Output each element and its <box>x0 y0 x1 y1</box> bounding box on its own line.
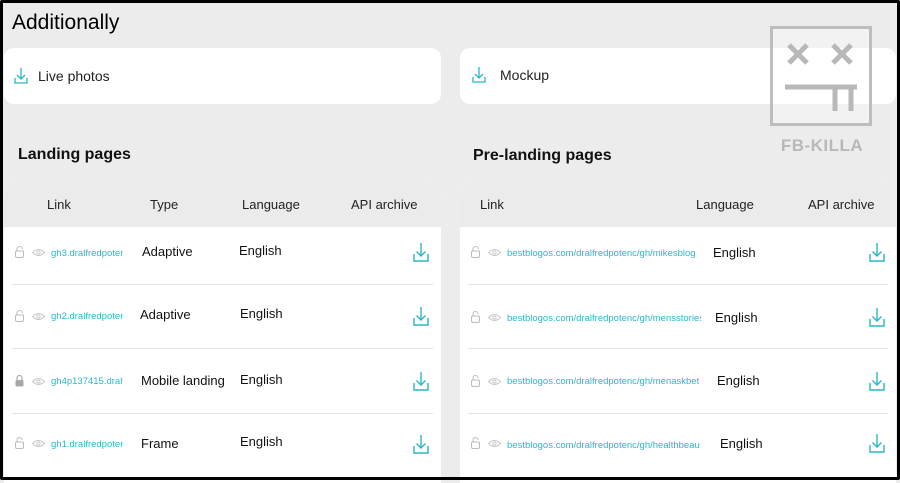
download-icon[interactable] <box>14 67 28 85</box>
table-row: gh4p137415.dralfr Mobile landing English <box>4 355 441 418</box>
download-icon[interactable] <box>413 306 429 326</box>
mockup-label: Mockup <box>500 67 550 83</box>
unlock-icon <box>15 246 24 258</box>
language-cell: English <box>713 245 756 260</box>
language-cell: English <box>715 310 758 325</box>
column-header-language: Language <box>242 197 300 212</box>
type-cell: Frame <box>141 436 179 451</box>
download-icon[interactable] <box>869 433 885 453</box>
prelanding-pages-table: Link Language API archive bestblogos.com… <box>460 183 896 483</box>
prelanding-link[interactable]: bestblogos.com/dralfredpotenc/gh/mikesbl… <box>507 248 699 259</box>
language-cell: English <box>720 436 763 451</box>
type-cell: Adaptive <box>142 244 193 259</box>
table-row: bestblogos.com/dralfredpotenc/gh/healthb… <box>460 420 896 483</box>
unlock-icon <box>471 437 480 449</box>
table-row: bestblogos.com/dralfredpotenc/gh/mikesbl… <box>460 227 896 290</box>
watermark-face-icon <box>785 43 857 111</box>
landing-link[interactable]: gh2.dralfredpotenc <box>51 311 123 322</box>
unlock-icon <box>471 375 480 387</box>
type-cell: Adaptive <box>140 307 191 322</box>
language-cell: English <box>240 306 283 321</box>
live-photos-label: Live photos <box>38 68 110 84</box>
language-cell: English <box>717 373 760 388</box>
table-header: Link Type Language API archive <box>4 183 441 227</box>
watermark-text: FB-KILLA <box>780 136 864 155</box>
column-header-link: Link <box>47 197 71 212</box>
eye-icon[interactable] <box>32 312 45 321</box>
download-icon[interactable] <box>869 371 885 391</box>
eye-icon[interactable] <box>32 377 45 386</box>
row-divider <box>468 348 888 349</box>
row-divider <box>12 284 433 285</box>
live-photos-card[interactable]: Live photos <box>4 48 441 104</box>
download-icon[interactable] <box>472 66 486 84</box>
language-cell: English <box>240 434 283 449</box>
table-row: gh3.dralfredpotenc Adaptive English <box>4 227 441 290</box>
unlock-icon <box>471 311 480 323</box>
eye-icon[interactable] <box>488 377 501 386</box>
column-header-link: Link <box>480 197 504 212</box>
column-header-api-archive: API archive <box>808 197 875 212</box>
lock-icon <box>15 375 24 387</box>
type-cell: Mobile landing <box>141 373 225 388</box>
table-row: bestblogos.com/dralfredpotenc/gh/menaskb… <box>460 355 896 418</box>
download-icon[interactable] <box>869 307 885 327</box>
download-icon[interactable] <box>869 242 885 262</box>
row-divider <box>12 348 433 349</box>
watermark: FB-KILLA <box>770 26 874 158</box>
unlock-icon <box>15 310 24 322</box>
unlock-icon <box>471 246 480 258</box>
page-title: Additionally <box>12 11 120 34</box>
download-icon[interactable] <box>413 242 429 262</box>
eye-icon[interactable] <box>488 248 501 257</box>
table-row: gh1.dralfredpotenc Frame English <box>4 420 441 483</box>
table-header: Link Language API archive <box>460 183 896 227</box>
watermark-logo <box>770 26 872 126</box>
prelanding-link[interactable]: bestblogos.com/dralfredpotenc/gh/menaskb… <box>507 376 703 387</box>
column-header-api-archive: API archive <box>351 197 418 212</box>
row-divider <box>468 413 888 414</box>
landing-link[interactable]: gh4p137415.dralfr <box>51 376 123 387</box>
eye-icon[interactable] <box>488 439 501 448</box>
prelanding-link[interactable]: bestblogos.com/dralfredpotenc/gh/menssto… <box>507 313 701 324</box>
landing-pages-title: Landing pages <box>18 146 131 163</box>
eye-icon[interactable] <box>488 313 501 322</box>
table-row: gh2.dralfredpotenc Adaptive English <box>4 291 441 354</box>
row-divider <box>468 284 888 285</box>
column-header-type: Type <box>150 197 179 212</box>
landing-link[interactable]: gh1.dralfredpotenc <box>51 439 123 450</box>
column-header-language: Language <box>696 197 754 212</box>
table-row: bestblogos.com/dralfredpotenc/gh/menssto… <box>460 291 896 354</box>
language-cell: English <box>239 243 282 258</box>
eye-icon[interactable] <box>32 248 45 257</box>
prelanding-pages-title: Pre-landing pages <box>473 147 612 164</box>
language-cell: English <box>240 372 283 387</box>
prelanding-link[interactable]: bestblogos.com/dralfredpotenc/gh/healthb… <box>507 440 703 451</box>
landing-pages-table: Link Type Language API archive gh3.dralf… <box>4 183 441 483</box>
unlock-icon <box>15 437 24 449</box>
landing-link[interactable]: gh3.dralfredpotenc <box>51 248 123 259</box>
download-icon[interactable] <box>413 371 429 391</box>
eye-icon[interactable] <box>32 439 45 448</box>
download-icon[interactable] <box>413 434 429 454</box>
row-divider <box>12 413 433 414</box>
